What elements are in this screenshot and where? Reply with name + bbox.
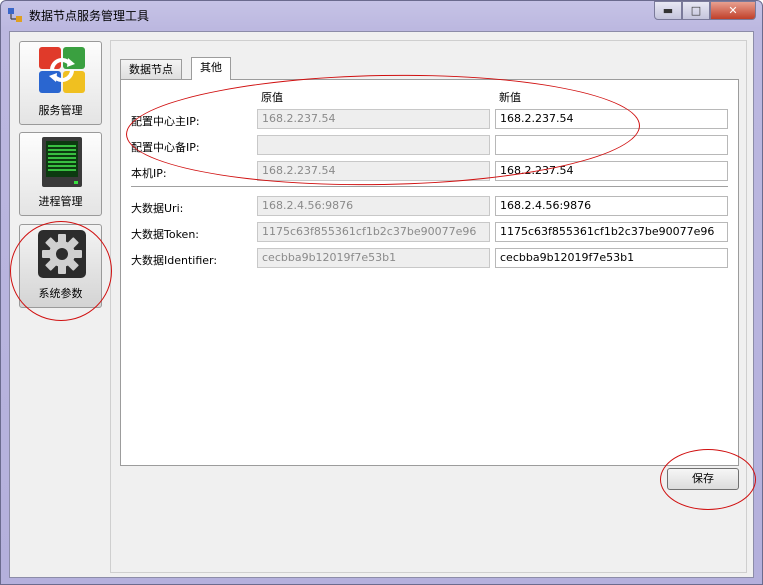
tab-content-other: 原值 新值 配置中心主IP: 168.2.237.54 168.2.237.54… <box>120 79 739 466</box>
app-icon <box>8 8 22 22</box>
maximize-button[interactable]: □ <box>682 1 710 20</box>
config-center-backup-ip-new-field[interactable] <box>495 135 728 155</box>
column-header-old: 原值 <box>261 91 283 104</box>
save-button[interactable]: 保存 <box>667 468 739 490</box>
sidebar-item-system-parameters[interactable]: 系统参数 <box>19 224 102 308</box>
bigdata-uri-label: 大数据Uri: <box>131 202 184 215</box>
column-header-new: 新值 <box>499 91 521 104</box>
bigdata-token-label: 大数据Token: <box>131 228 200 241</box>
gear-icon <box>38 230 86 278</box>
local-ip-label: 本机IP: <box>131 167 167 180</box>
bigdata-identifier-old-field: cecbba9b12019f7e53b1 <box>257 248 490 268</box>
config-center-backup-ip-label: 配置中心备IP: <box>131 141 200 154</box>
caption-buttons: ▬ □ ✕ <box>654 1 756 21</box>
title-bar[interactable]: 数据节点服务管理工具 ▬ □ ✕ <box>1 1 762 29</box>
close-button[interactable]: ✕ <box>710 1 756 20</box>
config-center-primary-ip-new-field[interactable]: 168.2.237.54 <box>495 109 728 129</box>
process-monitor-icon <box>42 137 82 187</box>
window-title: 数据节点服务管理工具 <box>29 9 150 23</box>
config-center-backup-ip-old-field <box>257 135 490 155</box>
app-window: 数据节点服务管理工具 ▬ □ ✕ 服务管理 进程管理 系统参数 数据节点 其他 … <box>0 0 763 585</box>
bigdata-identifier-label: 大数据Identifier: <box>131 254 218 267</box>
bigdata-token-new-field[interactable]: 1175c63f855361cf1b2c37be90077e96 <box>495 222 728 242</box>
sidebar-item-service-management[interactable]: 服务管理 <box>19 41 102 125</box>
sidebar-item-label: 服务管理 <box>38 104 83 117</box>
sidebar-item-label: 进程管理 <box>38 195 83 208</box>
bigdata-identifier-new-field[interactable]: cecbba9b12019f7e53b1 <box>495 248 728 268</box>
client-area: 服务管理 进程管理 系统参数 数据节点 其他 原值 新值 配置中心主IP: 16… <box>9 31 754 578</box>
minimize-button[interactable]: ▬ <box>654 1 682 20</box>
bigdata-token-old-field: 1175c63f855361cf1b2c37be90077e96 <box>257 222 490 242</box>
sidebar-item-process-management[interactable]: 进程管理 <box>19 132 102 216</box>
section-divider <box>131 186 728 187</box>
service-management-icon <box>39 47 85 93</box>
bigdata-uri-old-field: 168.2.4.56:9876 <box>257 196 490 216</box>
local-ip-old-field: 168.2.237.54 <box>257 161 490 181</box>
config-center-primary-ip-label: 配置中心主IP: <box>131 115 200 128</box>
tab-other[interactable]: 其他 <box>191 57 231 80</box>
sidebar-item-label: 系统参数 <box>38 287 83 300</box>
main-panel: 数据节点 其他 原值 新值 配置中心主IP: 168.2.237.54 168.… <box>110 40 747 573</box>
config-center-primary-ip-old-field: 168.2.237.54 <box>257 109 490 129</box>
tab-data-node[interactable]: 数据节点 <box>120 59 182 79</box>
local-ip-new-field[interactable]: 168.2.237.54 <box>495 161 728 181</box>
bigdata-uri-new-field[interactable]: 168.2.4.56:9876 <box>495 196 728 216</box>
